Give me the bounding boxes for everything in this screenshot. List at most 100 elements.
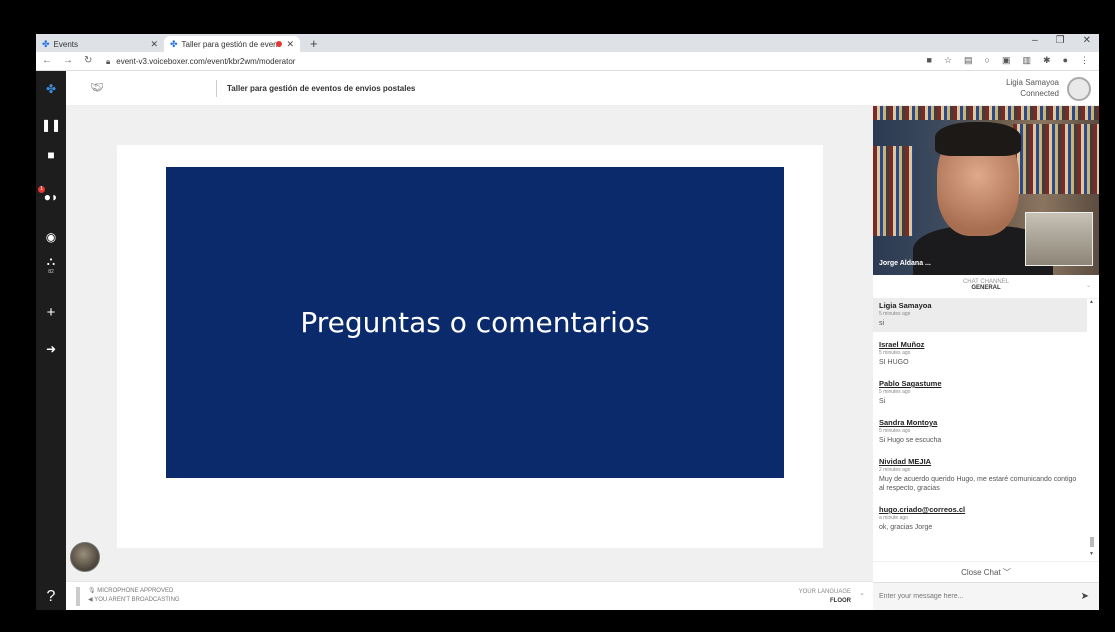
- chat-message: Ligia Samayoa 5 minutes ago si: [873, 299, 1087, 332]
- scroll-thumb[interactable]: [1090, 537, 1094, 547]
- url-text: event-v3.voiceboxer.com/event/kbr2wm/mod…: [116, 57, 296, 66]
- message-author[interactable]: hugo.criado@correos.cl: [879, 505, 1077, 514]
- scroll-up-icon[interactable]: ▲: [1089, 299, 1094, 305]
- profile-icon[interactable]: ●: [1063, 55, 1068, 66]
- chat-message-input[interactable]: [879, 589, 1059, 603]
- microphone-icon: 🎙︎: [88, 588, 96, 594]
- url-field[interactable]: 🔒︎ event-v3.voiceboxer.com/event/kbr2wm/…: [106, 54, 906, 69]
- speaker-request-icon[interactable]: ●◗: [36, 190, 66, 204]
- add-icon[interactable]: +: [36, 304, 66, 321]
- chat-message: Sandra Montoya 5 minutes ago Si Hugo se …: [873, 416, 1087, 449]
- extensions-bar: ■ ☆ ▤ ○ ▣ ▥ ✱ ● ⋮: [927, 55, 1089, 66]
- status-indicator: [76, 587, 80, 606]
- bookshelf: [873, 146, 913, 236]
- chat-channel-selector[interactable]: CHAT CHANNEL GENERAL ⌄: [873, 275, 1099, 299]
- back-icon[interactable]: ←: [42, 55, 52, 66]
- message-text: Muy de acuerdo querido Hugo, me estaré c…: [879, 476, 1077, 492]
- camera-icon[interactable]: ■: [927, 55, 932, 66]
- close-tab-icon[interactable]: ✕: [286, 39, 294, 50]
- message-author[interactable]: Ligia Samayoa: [879, 301, 1077, 310]
- voiceboxer-logo-icon: ✤: [42, 38, 50, 49]
- handshake-icon[interactable]: 🤝︎: [90, 81, 104, 94]
- scroll-down-icon[interactable]: ▼: [1089, 551, 1094, 557]
- message-text: ok, gracias Jorge: [879, 524, 933, 531]
- bookshelf: [873, 106, 1099, 120]
- user-info: Ligia Samayoa Connected: [1006, 77, 1059, 99]
- message-time: 5 minutes ago: [879, 350, 911, 356]
- divider: [216, 80, 217, 97]
- event-title: Taller para gestión de eventos de envios…: [227, 84, 416, 93]
- stop-icon[interactable]: ■: [36, 148, 66, 162]
- help-icon[interactable]: ?: [36, 588, 66, 606]
- presenter-avatar[interactable]: [70, 542, 100, 572]
- address-bar: ← → ↻ 🔒︎ event-v3.voiceboxer.com/event/k…: [36, 52, 1099, 71]
- status-bar: 🎙︎ MICROPHONE APPROVED ◀ YOU AREN'T BROA…: [66, 581, 873, 610]
- left-sidebar: ❚❚ ■ 1 ●◗ ◉ ⛬ 82 + ➜ ?: [36, 106, 66, 610]
- lock-icon: 🔒︎: [106, 56, 111, 66]
- right-panel: Jorge Aldana ... CHAT CHANNEL GENERAL ⌄ …: [873, 106, 1099, 610]
- bookshelf: [1013, 124, 1099, 194]
- chat-messages: Ligia Samayoa 5 minutes ago si Israel Mu…: [873, 299, 1087, 559]
- app-logo-icon[interactable]: ✤: [36, 71, 66, 106]
- user-avatar[interactable]: [1067, 77, 1091, 101]
- reload-icon[interactable]: ↻: [84, 55, 92, 66]
- chat-message: Israel Muñoz 5 minutes ago SI HUGO: [873, 338, 1087, 371]
- message-time: a minute ago: [879, 515, 908, 521]
- exit-icon[interactable]: ➜: [36, 342, 66, 356]
- chat-message: Nividad MEJIA 2 minutes ago Muy de acuer…: [873, 455, 1087, 497]
- extension-icon[interactable]: ▥: [1023, 55, 1032, 66]
- message-author[interactable]: Israel Muñoz: [879, 340, 1077, 349]
- attendee-count: 82: [48, 269, 54, 275]
- extension-icon[interactable]: ▣: [1002, 55, 1011, 66]
- close-chat-label: Close Chat: [961, 568, 1001, 577]
- extension-icon[interactable]: ○: [985, 55, 990, 66]
- support-icon[interactable]: ◉: [36, 230, 66, 244]
- chevron-down-icon[interactable]: ⌄: [1086, 282, 1091, 289]
- message-author[interactable]: Pablo Sagastume: [879, 379, 1077, 388]
- speaker-hair: [935, 122, 1021, 156]
- language-selector[interactable]: YOUR LANGUAGE FLOOR: [799, 588, 851, 606]
- send-icon[interactable]: ➤: [1081, 591, 1089, 602]
- message-text: SI HUGO: [879, 359, 909, 366]
- chat-input-bar: ➤: [873, 582, 1099, 610]
- speaker-video[interactable]: Jorge Aldana ...: [873, 106, 1099, 275]
- chat-scrollbar[interactable]: ▲ ▼: [1089, 299, 1095, 559]
- puzzle-icon[interactable]: ✱: [1043, 55, 1051, 66]
- recording-icon: [276, 41, 282, 47]
- tab-taller[interactable]: ✤ Taller para gestión de event ✕: [164, 36, 300, 52]
- message-time: 5 minutes ago: [879, 389, 911, 395]
- self-view-video[interactable]: [1025, 212, 1093, 266]
- browser-window: ✤ Events ✕ ✤ Taller para gestión de even…: [36, 34, 1099, 610]
- app-header: ✤ 🤝︎ Taller para gestión de eventos de e…: [36, 71, 1099, 106]
- message-author[interactable]: Sandra Montoya: [879, 418, 1077, 427]
- voiceboxer-logo-icon: ✤: [170, 38, 178, 49]
- close-tab-icon[interactable]: ✕: [150, 39, 158, 50]
- forward-icon[interactable]: →: [63, 55, 73, 66]
- chevron-down-icon: ﹀: [1002, 568, 1011, 577]
- user-status: Connected: [1020, 89, 1059, 98]
- star-icon[interactable]: ☆: [944, 55, 952, 66]
- close-window-icon[interactable]: ✕: [1083, 35, 1091, 46]
- pause-icon[interactable]: ❚❚: [36, 118, 66, 132]
- message-time: 2 minutes ago: [879, 467, 911, 473]
- tab-events[interactable]: ✤ Events ✕: [36, 36, 164, 52]
- window-controls: – ❐ ✕: [1032, 35, 1091, 46]
- close-chat-button[interactable]: Close Chat ﹀: [873, 561, 1099, 582]
- chevron-down-icon[interactable]: ⌄: [859, 589, 865, 597]
- language-label: YOUR LANGUAGE: [798, 589, 851, 595]
- message-author[interactable]: Nividad MEJIA: [879, 457, 1077, 466]
- menu-icon[interactable]: ⋮: [1080, 55, 1089, 66]
- restore-icon[interactable]: ❐: [1056, 35, 1065, 46]
- new-tab-button[interactable]: +: [310, 36, 318, 51]
- mic-status: MICROPHONE APPROVED: [97, 588, 174, 594]
- language-value: FLOOR: [830, 598, 851, 604]
- minimize-icon[interactable]: –: [1032, 35, 1038, 46]
- broadcast-status: 🎙︎ MICROPHONE APPROVED ◀ YOU AREN'T BROA…: [88, 587, 180, 605]
- attendees-icon[interactable]: ⛬ 82: [36, 254, 66, 275]
- chat-message: Pablo Sagastume 5 minutes ago Si: [873, 377, 1087, 410]
- extension-icon[interactable]: ▤: [964, 55, 973, 66]
- message-text: Si: [879, 398, 886, 405]
- tab-label: Taller para gestión de event: [181, 39, 280, 49]
- message-text: Si Hugo se escucha: [879, 437, 942, 444]
- speaker-name: Jorge Aldana ...: [879, 260, 931, 267]
